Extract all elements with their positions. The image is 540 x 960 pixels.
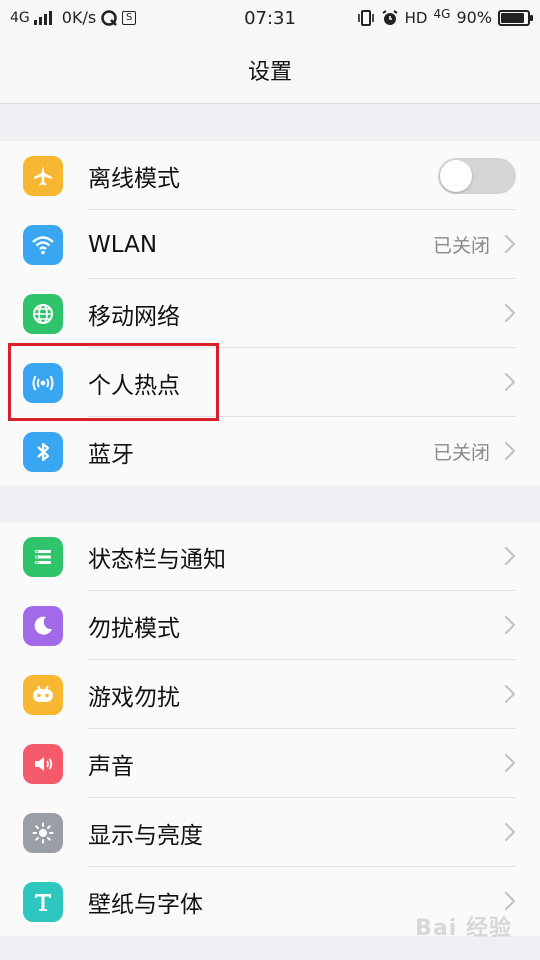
sun-icon (23, 813, 63, 853)
settings-row-label: 状态栏与通知 (88, 546, 226, 573)
chevron-right-icon (504, 753, 516, 773)
settings-group-display: 状态栏与通知 勿扰模式游戏勿扰声音显示与亮度壁纸与字体 (0, 522, 540, 936)
highlight-box (8, 343, 219, 421)
statusbar-icon (23, 537, 63, 577)
settings-row-bluetooth[interactable]: 蓝牙 已关闭 (0, 417, 540, 486)
battery-icon (498, 9, 533, 26)
alarm-icon (382, 9, 398, 25)
settings-row-statusbar[interactable]: 状态栏与通知 (0, 522, 540, 591)
settings-row-label: 离线模式 (88, 165, 180, 192)
vibrate-icon (357, 9, 374, 26)
gamepad-icon (23, 675, 63, 715)
chevron-right-icon (504, 822, 516, 842)
settings-row-label: 蓝牙 (88, 441, 134, 468)
globe-icon (23, 294, 63, 334)
chevron-right-icon (504, 684, 516, 704)
settings-row-label: 显示与亮度 (88, 822, 203, 849)
bluetooth-icon (23, 432, 63, 472)
airplane-mode-toggle[interactable] (438, 158, 516, 194)
airplane-icon (23, 156, 63, 196)
settings-row-label: 移动网络 (88, 303, 180, 330)
speaker-icon (23, 744, 63, 784)
battery-percent: 90% (456, 8, 492, 27)
settings-row-sun[interactable]: 显示与亮度 (0, 798, 540, 867)
settings-row-speaker[interactable]: 声音 (0, 729, 540, 798)
wifi-icon (23, 225, 63, 265)
settings-row-gamepad[interactable]: 游戏勿扰 (0, 660, 540, 729)
chevron-right-icon (504, 372, 516, 392)
settings-row-label: 壁纸与字体 (88, 891, 203, 918)
chevron-right-icon (504, 546, 516, 566)
settings-row-label: 勿扰模式 (88, 615, 180, 642)
chevron-right-icon (504, 303, 516, 323)
page-title: 设置 (247, 59, 292, 85)
settings-row-value: 已关闭 (432, 235, 490, 257)
chevron-right-icon (504, 441, 516, 461)
settings-row-value: 已关闭 (432, 442, 490, 464)
status-bar: 4G 0K/s S 07:31 HD 4G 90% (0, 0, 540, 36)
settings-row-label: WLAN (88, 231, 158, 258)
settings-row-label: 声音 (88, 753, 134, 780)
chevron-right-icon (504, 615, 516, 635)
chevron-right-icon (504, 891, 516, 911)
network-type-right: 4G (433, 6, 451, 21)
page-title-bar: 设置 (0, 36, 540, 104)
settings-row-moon[interactable]: 勿扰模式 (0, 591, 540, 660)
settings-row-wifi[interactable]: WLAN 已关闭 (0, 210, 540, 279)
settings-row-label: 游戏勿扰 (88, 684, 180, 711)
settings-row-globe[interactable]: 移动网络 (0, 279, 540, 348)
toggle-knob (440, 160, 472, 192)
settings-group-connectivity: 离线模式 WLAN 已关闭 移动网络 个人热点 蓝牙 已关闭 (0, 141, 540, 486)
chevron-right-icon (504, 234, 516, 254)
settings-row-airplane[interactable]: 离线模式 (0, 141, 540, 210)
moon-icon (23, 606, 63, 646)
hd-badge: HD (404, 8, 428, 27)
watermark: Bai 经验 (415, 916, 512, 941)
text-t-icon (23, 882, 63, 922)
